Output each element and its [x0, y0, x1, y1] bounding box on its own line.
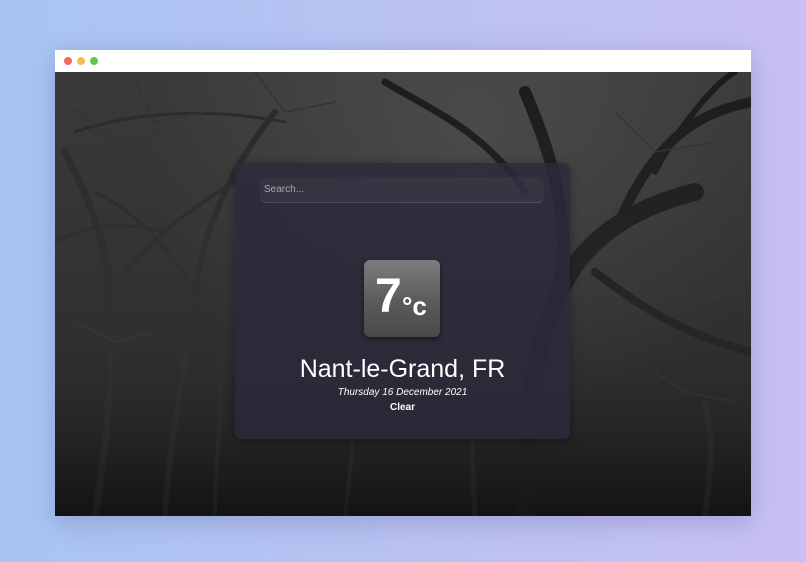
close-window-button[interactable]: [64, 57, 72, 65]
maximize-window-button[interactable]: [90, 57, 98, 65]
temperature-value: 7: [375, 270, 402, 323]
browser-window: 7 °c Nant-le-Grand, FR Thursday 16 Decem…: [55, 50, 751, 516]
temperature-box: 7 °c: [364, 260, 440, 337]
temperature-unit: °c: [402, 291, 427, 321]
window-titlebar: [55, 50, 751, 72]
minimize-window-button[interactable]: [77, 57, 85, 65]
location-name: Nant-le-Grand, FR: [299, 355, 506, 383]
date-label: Thursday 16 December 2021: [337, 387, 468, 398]
weather-app-page: 7 °c Nant-le-Grand, FR Thursday 16 Decem…: [55, 72, 751, 516]
search-input[interactable]: [260, 177, 544, 203]
weather-card: 7 °c Nant-le-Grand, FR Thursday 16 Decem…: [235, 163, 570, 439]
weather-condition: Clear: [389, 402, 415, 413]
